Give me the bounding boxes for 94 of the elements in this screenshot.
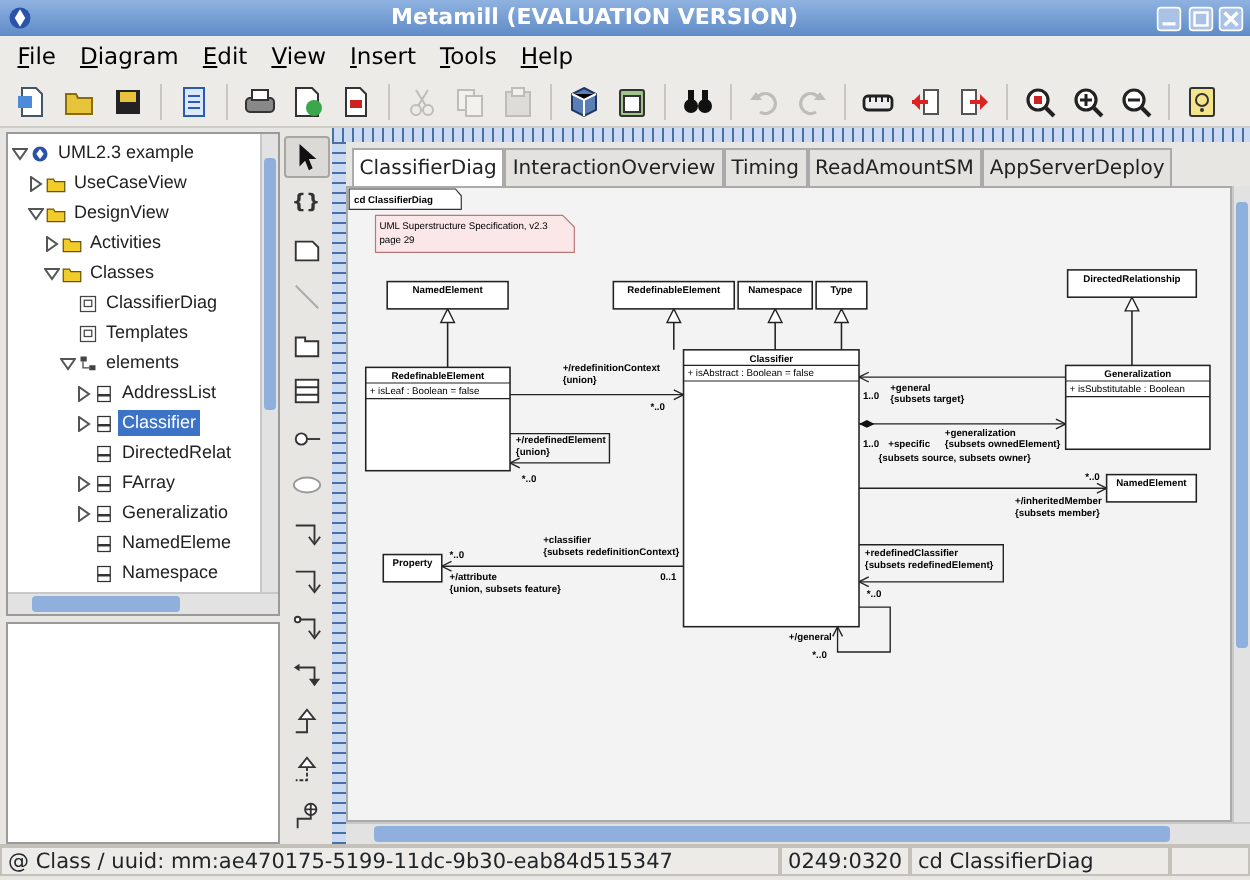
- document-list-icon: [178, 85, 210, 117]
- cursor-position: 0249:0320: [780, 846, 910, 876]
- import-arrow-icon: [910, 85, 942, 117]
- class-icon: [94, 503, 114, 523]
- maximize-icon: [1187, 5, 1213, 31]
- expanded-arrow-icon[interactable]: [44, 265, 60, 281]
- anchor-icon: [291, 800, 321, 831]
- association-line: [508, 433, 611, 469]
- magnifier-icon: [1024, 85, 1056, 117]
- tree-item[interactable]: UML2.3 example: [54, 139, 199, 167]
- menu-item[interactable]: View: [259, 36, 338, 76]
- help-icon: [1186, 85, 1218, 117]
- clipboard-icon: [616, 85, 648, 117]
- line-icon: [291, 282, 321, 313]
- class-box: [382, 553, 443, 583]
- app-icon: [5, 4, 34, 32]
- cube-icon: [568, 85, 600, 117]
- menu-item[interactable]: Diagram: [68, 36, 191, 76]
- copy-icon: [454, 85, 486, 117]
- horizontal-scrollbar[interactable]: [346, 822, 1250, 844]
- collapsed-arrow-icon[interactable]: [76, 475, 92, 491]
- menu-item[interactable]: Insert: [338, 36, 428, 76]
- collapsed-arrow-icon[interactable]: [28, 175, 44, 191]
- generalization-icon: [291, 706, 321, 737]
- class-icon: [94, 443, 114, 463]
- menu-item[interactable]: Edit: [190, 36, 260, 76]
- generalization-arrow: [833, 307, 850, 351]
- hierarchy-icon: [78, 353, 98, 373]
- step-arrow-icon: [291, 659, 321, 690]
- binoculars-icon: [682, 85, 714, 117]
- collapsed-arrow-icon[interactable]: [76, 415, 92, 431]
- scissors-icon: [406, 85, 438, 117]
- generalization-arrow: [439, 307, 456, 369]
- tree-item[interactable]: Namespace: [118, 559, 223, 587]
- tree-item[interactable]: Classifier: [118, 409, 201, 437]
- tree-item[interactable]: NamedEleme: [118, 529, 236, 557]
- expanded-arrow-icon[interactable]: [28, 205, 44, 221]
- step-dot-icon: [291, 612, 321, 643]
- tree-item[interactable]: AddressList: [118, 379, 221, 407]
- class-icon: [94, 563, 114, 583]
- tree-item[interactable]: Classes: [86, 259, 159, 287]
- zoom-out-icon: [1120, 85, 1152, 117]
- minimize-icon: [1155, 5, 1182, 31]
- class-icon: [94, 413, 114, 433]
- tree-item[interactable]: Templates: [102, 319, 193, 347]
- pdf-document-icon: [340, 85, 372, 117]
- class-icon: [94, 383, 114, 403]
- generalization-arrow: [1124, 295, 1140, 367]
- tree-item[interactable]: Generalizatio: [118, 499, 233, 527]
- tree-item[interactable]: Activities: [86, 229, 166, 257]
- step-right-icon: [291, 565, 321, 596]
- constraint-tool[interactable]: {}: [283, 183, 329, 225]
- diagram-tab[interactable]: ClassifierDiag: [351, 148, 505, 186]
- zoom-in-icon: [1072, 85, 1104, 117]
- realization-icon: [291, 753, 321, 784]
- generalization-arrow: [665, 307, 682, 351]
- tree-item[interactable]: DirectedRelat: [118, 439, 236, 467]
- window-title: Metamill (EVALUATION VERSION): [389, 1, 800, 34]
- collapsed-arrow-icon[interactable]: [44, 235, 60, 251]
- tree-item[interactable]: DesignView: [70, 199, 173, 227]
- class-icon: [94, 533, 114, 553]
- generalization-arrow: [767, 307, 784, 351]
- pointer-tool[interactable]: [283, 136, 329, 178]
- diagram-tab[interactable]: InteractionOverview: [504, 148, 724, 186]
- collapsed-arrow-icon[interactable]: [76, 505, 92, 521]
- diagram-tab[interactable]: ReadAmountSM: [807, 148, 982, 186]
- class-box: [1105, 473, 1198, 503]
- expanded-arrow-icon[interactable]: [12, 145, 28, 161]
- association-line: [832, 606, 891, 653]
- note-icon: [291, 235, 321, 266]
- menu-item[interactable]: File: [5, 36, 68, 76]
- printer-icon: [244, 85, 276, 117]
- menu-item[interactable]: Help: [508, 36, 586, 76]
- collapsed-arrow-icon[interactable]: [76, 385, 92, 401]
- model-icon: [30, 143, 50, 163]
- export-arrow-icon: [958, 85, 990, 117]
- vertical-scrollbar[interactable]: [260, 134, 278, 592]
- tree-item[interactable]: elements: [102, 349, 184, 377]
- new-document-icon: [16, 85, 48, 117]
- tree-item[interactable]: UseCaseView: [70, 169, 191, 197]
- status-text: @ Class / uuid: mm:ae470175-5199-11dc-9b30-eab84d515347: [0, 846, 781, 876]
- active-diagram: cd ClassifierDiag: [910, 846, 1170, 876]
- class-icon: [291, 376, 321, 407]
- class-icon: [94, 473, 114, 493]
- vertical-scrollbar[interactable]: [1232, 186, 1250, 822]
- expanded-arrow-icon[interactable]: [60, 355, 76, 371]
- close-icon: [1218, 5, 1245, 31]
- tree-item[interactable]: FArray: [118, 469, 180, 497]
- diagram-tab[interactable]: Timing: [723, 148, 807, 186]
- menu-item[interactable]: Tools: [428, 36, 509, 76]
- horizontal-scrollbar[interactable]: [8, 592, 278, 614]
- tree-item[interactable]: ClassifierDiag: [102, 289, 222, 317]
- diagram-tab[interactable]: AppServerDeploy: [981, 148, 1173, 186]
- clipboard-icon: [502, 85, 534, 117]
